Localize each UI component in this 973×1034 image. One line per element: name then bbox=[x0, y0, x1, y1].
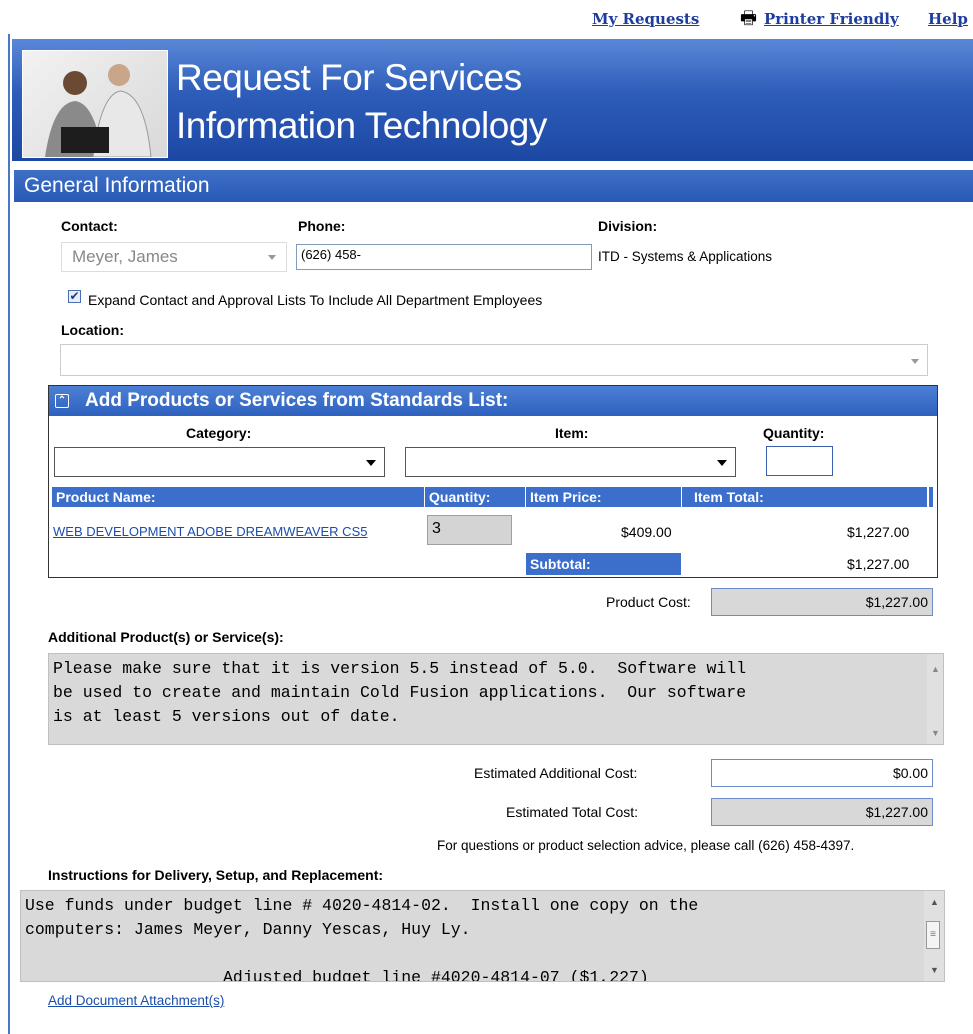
additional-line-3: is at least 5 versions out of date. bbox=[53, 707, 400, 726]
est-add-input[interactable]: $0.00 bbox=[711, 759, 933, 787]
chevron-down-icon bbox=[911, 359, 919, 364]
questions-note: For questions or product selection advic… bbox=[437, 838, 855, 853]
products-panel-header[interactable]: ⌃ Add Products or Services from Standard… bbox=[49, 386, 937, 416]
expand-checkbox[interactable]: ✔ bbox=[68, 290, 81, 303]
header-banner: Request For Services Information Technol… bbox=[12, 39, 973, 161]
products-title: Add Products or Services from Standards … bbox=[85, 390, 509, 411]
instructions-line-1: Use funds under budget line # 4020-4814-… bbox=[25, 896, 699, 915]
additional-label: Additional Product(s) or Service(s): bbox=[48, 629, 284, 645]
product-cost-field: $1,227.00 bbox=[711, 588, 933, 616]
instructions-line-3: Adjusted budget line #4020-4814-07 ($1,2… bbox=[25, 968, 649, 982]
location-dropdown[interactable] bbox=[60, 344, 928, 376]
chevron-down-icon bbox=[717, 460, 727, 466]
printer-icon[interactable]: 🖶 bbox=[740, 6, 757, 36]
chevron-down-icon bbox=[268, 255, 276, 260]
products-panel: ⌃ Add Products or Services from Standard… bbox=[48, 385, 938, 578]
instructions-textarea[interactable]: Use funds under budget line # 4020-4814-… bbox=[20, 890, 945, 982]
scroll-up-icon[interactable]: ▲ bbox=[931, 664, 940, 674]
product-cost-label: Product Cost: bbox=[606, 594, 691, 610]
item-label: Item: bbox=[555, 425, 589, 441]
scroll-up-icon[interactable]: ▲ bbox=[930, 897, 939, 907]
item-select[interactable] bbox=[405, 447, 736, 477]
row-item-total: $1,227.00 bbox=[847, 524, 910, 540]
instructions-scrollbar[interactable]: ▲ ≡ ▼ bbox=[924, 891, 944, 981]
scroll-thumb[interactable]: ≡ bbox=[926, 921, 940, 949]
additional-line-1: Please make sure that it is version 5.5 … bbox=[53, 659, 747, 678]
expand-checkbox-label: Expand Contact and Approval Lists To Inc… bbox=[88, 292, 543, 308]
location-label: Location: bbox=[61, 322, 124, 338]
phone-label: Phone: bbox=[298, 218, 346, 234]
banner-subtitle: Information Technology bbox=[176, 105, 547, 146]
est-total-label: Estimated Total Cost: bbox=[506, 804, 639, 820]
my-requests-link[interactable]: My Requests bbox=[592, 10, 699, 28]
instructions-label: Instructions for Delivery, Setup, and Re… bbox=[48, 867, 384, 883]
col-item-price: Item Price: bbox=[526, 487, 681, 507]
collapse-icon[interactable]: ⌃ bbox=[55, 394, 69, 408]
category-label: Category: bbox=[186, 425, 252, 441]
add-attachment-link[interactable]: Add Document Attachment(s) bbox=[48, 993, 224, 1008]
division-value: ITD - Systems & Applications bbox=[598, 249, 773, 264]
row-quantity-input[interactable]: 3 bbox=[427, 515, 512, 545]
col-item-total: Item Total: bbox=[682, 487, 927, 507]
banner-title: Request For Services bbox=[176, 57, 522, 98]
banner-photo bbox=[22, 50, 168, 158]
subtotal-value: $1,227.00 bbox=[847, 556, 910, 572]
category-select[interactable] bbox=[54, 447, 385, 477]
scroll-down-icon[interactable]: ▼ bbox=[931, 728, 940, 738]
row-item-price: $409.00 bbox=[621, 524, 672, 540]
scroll-down-icon[interactable]: ▼ bbox=[930, 965, 939, 975]
product-name-link[interactable]: WEB DEVELOPMENT ADOBE DREAMWEAVER CS5 bbox=[53, 524, 367, 539]
quantity-label: Quantity: bbox=[763, 425, 825, 441]
instructions-line-2: computers: James Meyer, Danny Yescas, Hu… bbox=[25, 920, 471, 939]
chevron-down-icon bbox=[366, 460, 376, 466]
subtotal-label: Subtotal: bbox=[526, 553, 681, 575]
contact-dropdown[interactable]: Meyer, James bbox=[61, 242, 287, 272]
additional-scrollbar[interactable]: ▲ ▼ bbox=[927, 654, 943, 744]
est-total-field: $1,227.00 bbox=[711, 798, 933, 826]
help-link[interactable]: Help bbox=[928, 10, 968, 28]
additional-line-2: be used to create and maintain Cold Fusi… bbox=[53, 683, 747, 702]
quantity-input[interactable] bbox=[766, 446, 833, 476]
phone-input[interactable]: (626) 458- bbox=[296, 244, 592, 270]
est-add-label: Estimated Additional Cost: bbox=[474, 765, 638, 781]
printer-friendly-link[interactable]: Printer Friendly bbox=[764, 10, 899, 28]
col-quantity: Quantity: bbox=[425, 487, 525, 507]
additional-textarea[interactable]: Please make sure that it is version 5.5 … bbox=[48, 653, 944, 745]
section-header: General Information bbox=[14, 170, 973, 202]
col-end bbox=[929, 487, 933, 507]
division-label: Division: bbox=[598, 218, 658, 234]
col-product-name: Product Name: bbox=[52, 487, 424, 507]
contact-label: Contact: bbox=[61, 218, 118, 234]
